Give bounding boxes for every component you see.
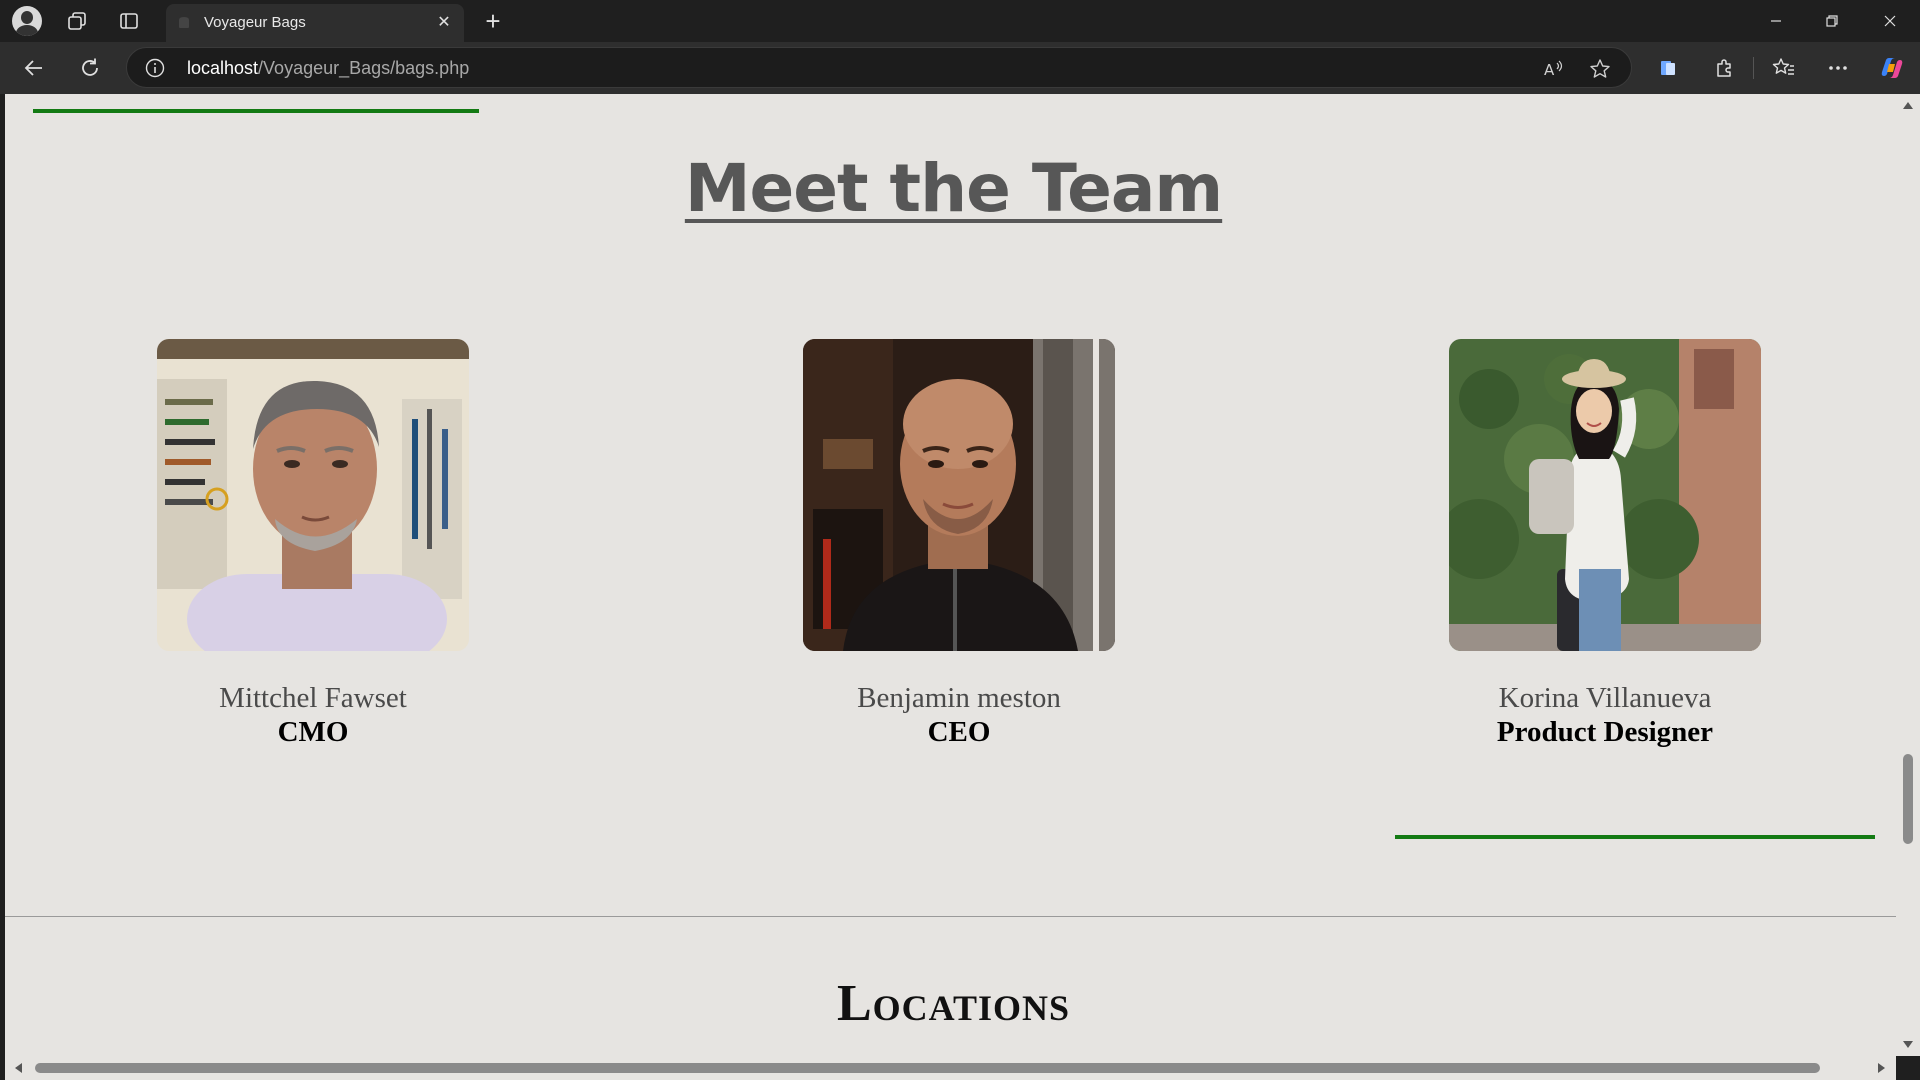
page-viewport: Meet the Team Mittchel Fawset CMO Benjam… bbox=[5, 94, 1896, 1056]
horizontal-scrollbar[interactable] bbox=[0, 1056, 1920, 1080]
back-icon[interactable] bbox=[18, 52, 50, 84]
team-member-card: Benjamin meston CEO bbox=[749, 339, 1169, 749]
browser-toolbar: localhost/Voyageur_Bags/bags.php A bbox=[0, 42, 1920, 94]
vertical-scrollbar[interactable] bbox=[1896, 94, 1920, 1056]
decorative-green-line bbox=[33, 109, 479, 113]
team-member-photo bbox=[1449, 339, 1761, 651]
scroll-up-arrow-icon[interactable] bbox=[1902, 100, 1914, 110]
site-info-icon[interactable] bbox=[145, 58, 165, 78]
address-bar[interactable]: localhost/Voyageur_Bags/bags.php A bbox=[126, 47, 1632, 88]
favorite-star-icon[interactable] bbox=[1587, 56, 1613, 82]
team-member-role: CEO bbox=[927, 716, 991, 748]
team-member-name: Benjamin meston bbox=[857, 682, 1061, 714]
toolbar-separator bbox=[1753, 57, 1754, 79]
svg-text:A: A bbox=[1544, 61, 1555, 79]
favorites-icon[interactable] bbox=[1768, 52, 1800, 84]
more-icon[interactable] bbox=[1822, 52, 1854, 84]
vertical-scrollbar-thumb[interactable] bbox=[1903, 754, 1913, 844]
url-text[interactable]: localhost/Voyageur_Bags/bags.php bbox=[187, 58, 469, 79]
tab-title: Voyageur Bags bbox=[204, 14, 306, 31]
copilot-icon[interactable] bbox=[1876, 52, 1908, 84]
url-path: /Voyageur_Bags/bags.php bbox=[258, 58, 470, 78]
team-member-name: Mittchel Fawset bbox=[219, 682, 407, 714]
extensions-icon[interactable] bbox=[1708, 52, 1740, 84]
team-member-photo bbox=[803, 339, 1115, 651]
scroll-left-arrow-icon[interactable] bbox=[13, 1062, 23, 1074]
section-divider bbox=[5, 916, 1896, 917]
window-close-icon[interactable] bbox=[1862, 0, 1918, 42]
team-member-photo bbox=[157, 339, 469, 651]
collections-icon[interactable] bbox=[1652, 52, 1684, 84]
new-tab-icon[interactable]: + bbox=[478, 6, 508, 36]
tab-voyageur-bags[interactable]: Voyageur Bags ✕ bbox=[166, 4, 464, 42]
team-member-role: Product Designer bbox=[1496, 716, 1714, 748]
horizontal-scrollbar-track[interactable] bbox=[5, 1056, 1896, 1080]
team-member-card: Mittchel Fawset CMO bbox=[103, 339, 523, 749]
tab-actions-icon[interactable] bbox=[114, 6, 144, 36]
scroll-right-arrow-icon[interactable] bbox=[1877, 1062, 1887, 1074]
profile-avatar-icon[interactable] bbox=[12, 6, 42, 36]
team-member-name: Korina Villanueva bbox=[1498, 682, 1712, 714]
restore-icon[interactable] bbox=[1804, 0, 1860, 42]
refresh-icon[interactable] bbox=[74, 52, 106, 84]
scroll-down-arrow-icon[interactable] bbox=[1902, 1040, 1914, 1050]
decorative-green-line bbox=[1395, 835, 1875, 839]
browser-titlebar: Voyageur Bags ✕ + bbox=[0, 0, 1920, 42]
workspaces-icon[interactable] bbox=[62, 6, 92, 36]
minimize-icon[interactable] bbox=[1748, 0, 1804, 42]
page-favicon-icon bbox=[179, 17, 189, 28]
url-host: localhost bbox=[187, 58, 259, 78]
team-member-card: Korina Villanueva Product Designer bbox=[1395, 339, 1815, 749]
read-aloud-icon[interactable]: A bbox=[1541, 56, 1567, 82]
team-member-role: CMO bbox=[277, 716, 349, 748]
meet-the-team-heading: Meet the Team bbox=[684, 150, 1223, 227]
locations-heading: Locations bbox=[836, 975, 1071, 1032]
close-icon[interactable]: ✕ bbox=[432, 10, 456, 34]
horizontal-scrollbar-thumb[interactable] bbox=[35, 1063, 1820, 1073]
